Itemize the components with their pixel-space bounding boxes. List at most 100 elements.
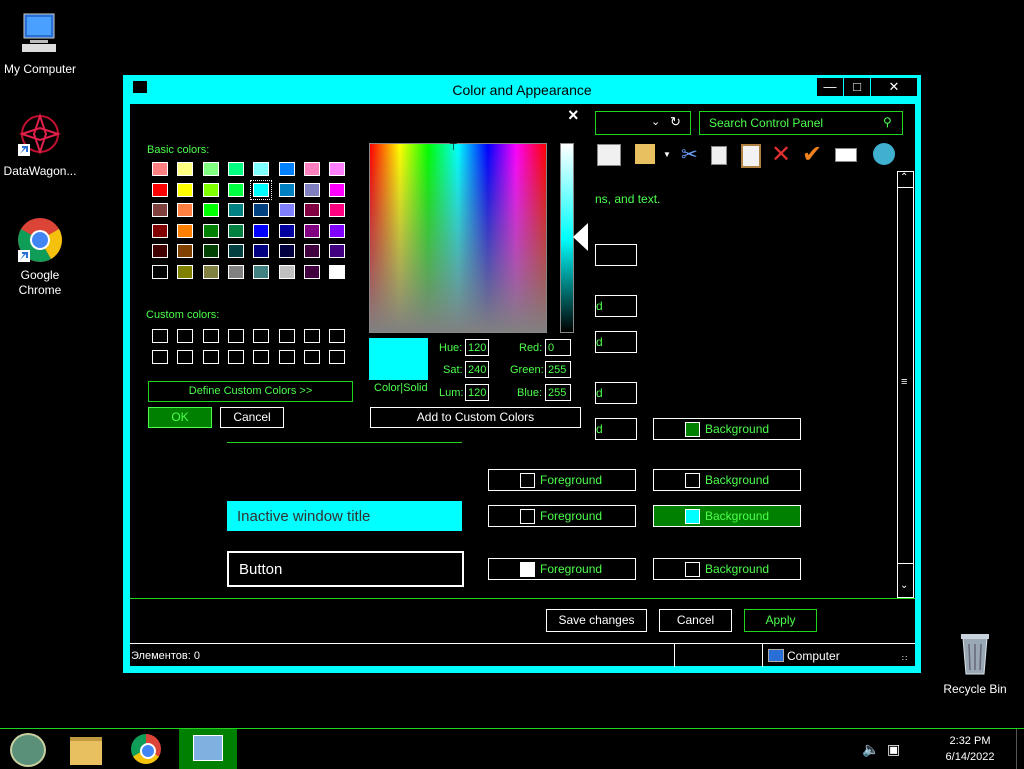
taskbar-file-explorer[interactable] xyxy=(58,729,116,769)
basic-color-swatch[interactable] xyxy=(152,162,168,176)
basic-color-swatch[interactable] xyxy=(152,264,168,279)
basic-color-swatch[interactable] xyxy=(329,223,346,238)
custom-color-swatch[interactable] xyxy=(253,350,270,364)
partial-box-3[interactable]: d xyxy=(595,331,637,353)
basic-color-swatch[interactable] xyxy=(303,182,320,197)
custom-color-swatch[interactable] xyxy=(329,329,346,343)
custom-color-swatch[interactable] xyxy=(152,350,168,364)
show-desktop-button[interactable] xyxy=(1016,729,1024,769)
basic-color-swatch[interactable] xyxy=(303,244,320,258)
basic-color-swatch[interactable] xyxy=(303,162,320,176)
start-button[interactable] xyxy=(0,729,58,769)
luminosity-slider[interactable] xyxy=(560,143,574,333)
basic-color-swatch[interactable] xyxy=(329,264,346,279)
custom-color-swatch[interactable] xyxy=(202,350,219,364)
basic-color-swatch[interactable] xyxy=(278,182,295,197)
volume-muted-icon[interactable]: 🔈 xyxy=(862,741,879,758)
taskbar-control-panel[interactable] xyxy=(179,729,237,769)
basic-color-swatch[interactable] xyxy=(303,264,320,279)
refresh-icon[interactable]: ↻ xyxy=(670,114,681,130)
background-button[interactable]: Background xyxy=(653,469,801,491)
inactive-title-preview[interactable]: Inactive window title xyxy=(227,501,462,531)
green-input[interactable]: 255 xyxy=(545,361,571,378)
basic-color-swatch[interactable] xyxy=(202,264,219,279)
custom-color-swatch[interactable] xyxy=(278,350,295,364)
basic-color-swatch[interactable] xyxy=(227,264,244,279)
partial-box-5[interactable]: d xyxy=(595,418,637,440)
network-icon[interactable]: ▣ xyxy=(887,741,900,758)
window-title-bar[interactable]: Color and Appearance — □ ✕ xyxy=(123,75,921,103)
hue-input[interactable]: 120 xyxy=(465,339,489,356)
basic-color-swatch[interactable] xyxy=(303,223,320,238)
scroll-down-icon[interactable]: ⌄ xyxy=(900,580,908,591)
basic-color-swatch[interactable] xyxy=(227,182,244,197)
luminosity-arrow-icon[interactable] xyxy=(573,223,588,251)
basic-color-swatch[interactable] xyxy=(202,244,219,258)
basic-color-swatch[interactable] xyxy=(202,223,219,238)
custom-color-swatch[interactable] xyxy=(202,329,219,343)
basic-color-swatch[interactable] xyxy=(278,264,295,279)
desktop-icon-datawagon[interactable]: DataWagon... xyxy=(0,112,80,179)
add-to-custom-colors-button[interactable]: Add to Custom Colors xyxy=(370,407,581,428)
custom-color-swatch[interactable] xyxy=(253,329,270,343)
basic-color-swatch[interactable] xyxy=(253,264,270,279)
sat-input[interactable]: 240 xyxy=(465,361,489,378)
custom-color-swatch[interactable] xyxy=(227,350,244,364)
basic-color-swatch[interactable] xyxy=(227,203,244,217)
search-icon[interactable]: ⚲ xyxy=(883,115,892,129)
basic-color-swatch[interactable] xyxy=(177,203,194,217)
basic-color-swatch[interactable] xyxy=(329,182,346,197)
basic-color-swatch[interactable] xyxy=(329,244,346,258)
basic-color-swatch[interactable] xyxy=(253,203,270,217)
custom-color-swatch[interactable] xyxy=(303,329,320,343)
cut-icon[interactable]: ✂ xyxy=(681,142,698,167)
copy-icon[interactable] xyxy=(711,146,727,165)
custom-color-swatch[interactable] xyxy=(177,329,194,343)
red-input[interactable]: 0 xyxy=(545,339,571,356)
dropdown-arrow-icon[interactable]: ▼ xyxy=(663,150,671,159)
chevron-down-icon[interactable]: ⌄ xyxy=(651,115,660,128)
address-bar[interactable]: ⌄ ↻ xyxy=(595,111,691,135)
custom-color-swatch[interactable] xyxy=(177,350,194,364)
basic-color-swatch[interactable] xyxy=(253,244,270,258)
custom-color-swatch[interactable] xyxy=(329,350,346,364)
custom-color-swatch[interactable] xyxy=(303,350,320,364)
basic-color-swatch[interactable] xyxy=(250,179,273,200)
delete-icon[interactable]: ✕ xyxy=(771,140,791,169)
background-button-row1[interactable]: Background xyxy=(653,418,801,440)
dialog-close-icon[interactable]: × xyxy=(568,105,579,126)
blue-input[interactable]: 255 xyxy=(545,384,571,401)
scroll-up-icon[interactable]: ⌃ xyxy=(900,172,908,183)
checkmark-icon[interactable]: ✔ xyxy=(802,140,822,169)
resize-grip-icon[interactable]: ∷ xyxy=(902,654,907,663)
desktop-icon-my-computer[interactable]: My Computer xyxy=(0,10,80,77)
foreground-button[interactable]: Foreground xyxy=(488,505,636,527)
basic-color-swatch[interactable] xyxy=(278,162,295,176)
basic-color-swatch[interactable] xyxy=(329,162,346,176)
desktop-icon-google-chrome[interactable]: Google Chrome xyxy=(0,216,80,298)
basic-color-swatch[interactable] xyxy=(177,182,194,197)
paste-icon[interactable] xyxy=(741,144,761,168)
basic-color-swatch[interactable] xyxy=(177,264,194,279)
close-button[interactable]: ✕ xyxy=(870,77,918,97)
basic-color-swatch[interactable] xyxy=(227,223,244,238)
basic-color-swatch[interactable] xyxy=(227,162,244,176)
button-preview[interactable]: Button xyxy=(227,551,464,587)
partial-box-2[interactable]: d xyxy=(595,295,637,317)
basic-color-swatch[interactable] xyxy=(152,182,168,197)
properties-icon[interactable] xyxy=(835,148,857,162)
custom-color-swatch[interactable] xyxy=(278,329,295,343)
desktop-icon-recycle-bin[interactable]: Recycle Bin xyxy=(935,630,1015,697)
basic-color-swatch[interactable] xyxy=(177,223,194,238)
basic-color-swatch[interactable] xyxy=(152,203,168,217)
dialog-cancel-button[interactable]: Cancel xyxy=(220,407,284,428)
basic-color-swatch[interactable] xyxy=(177,244,194,258)
color-spectrum[interactable] xyxy=(369,143,547,333)
lum-input[interactable]: 120 xyxy=(465,384,489,401)
custom-color-swatch[interactable] xyxy=(227,329,244,343)
custom-color-swatch[interactable] xyxy=(152,329,168,343)
maximize-button[interactable]: □ xyxy=(843,77,871,97)
foreground-button[interactable]: Foreground xyxy=(488,469,636,491)
foreground-button[interactable]: Foreground xyxy=(488,558,636,580)
basic-color-swatch[interactable] xyxy=(303,203,320,217)
